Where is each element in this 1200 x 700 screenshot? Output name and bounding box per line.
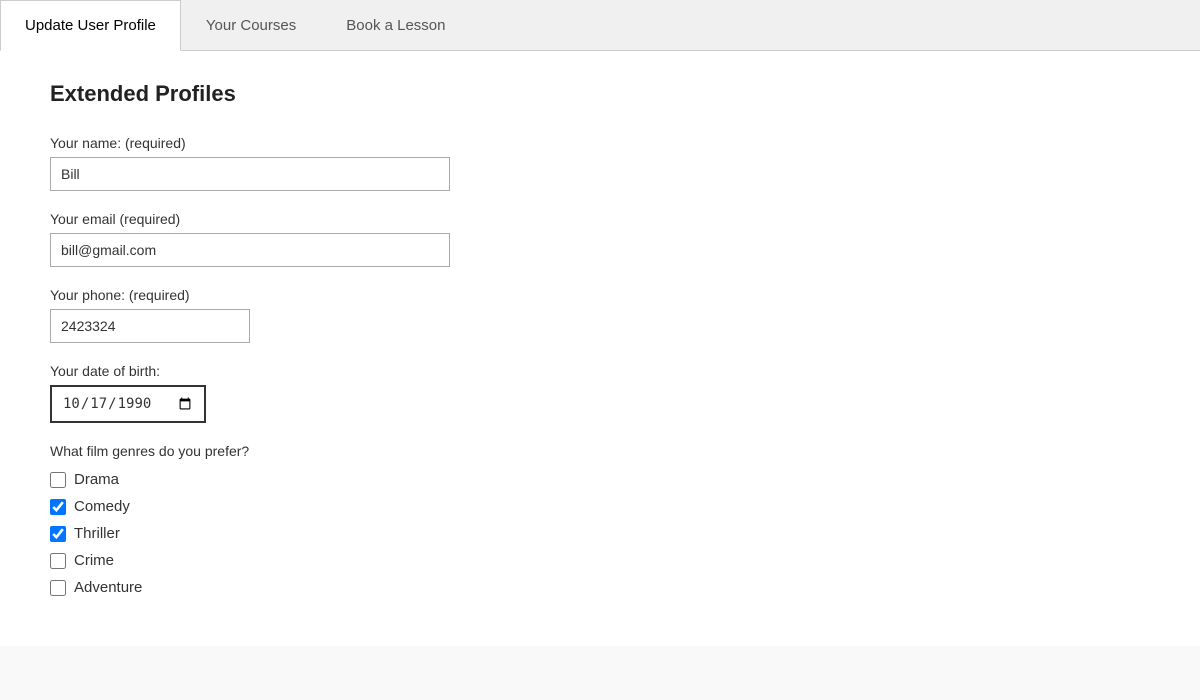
genre-crime-item: Crime [50, 552, 1150, 569]
genre-comedy-checkbox[interactable] [50, 499, 66, 515]
genre-crime-label[interactable]: Crime [74, 552, 114, 569]
phone-group: Your phone: (required) [50, 287, 1150, 343]
genre-thriller-checkbox[interactable] [50, 526, 66, 542]
email-label: Your email (required) [50, 211, 1150, 227]
name-input[interactable] [50, 157, 450, 191]
genre-comedy-item: Comedy [50, 498, 1150, 515]
email-group: Your email (required) [50, 211, 1150, 267]
genre-crime-checkbox[interactable] [50, 553, 66, 569]
genre-adventure-label[interactable]: Adventure [74, 579, 142, 596]
genre-comedy-label[interactable]: Comedy [74, 498, 130, 515]
genre-adventure-item: Adventure [50, 579, 1150, 596]
genre-drama-label[interactable]: Drama [74, 471, 119, 488]
email-input[interactable] [50, 233, 450, 267]
tab-your-courses[interactable]: Your Courses [181, 0, 321, 50]
name-group: Your name: (required) [50, 135, 1150, 191]
name-label: Your name: (required) [50, 135, 1150, 151]
page-title: Extended Profiles [50, 81, 1150, 107]
tab-book-a-lesson[interactable]: Book a Lesson [321, 0, 470, 50]
genre-drama-checkbox[interactable] [50, 472, 66, 488]
phone-label: Your phone: (required) [50, 287, 1150, 303]
genre-drama-item: Drama [50, 471, 1150, 488]
dob-group: Your date of birth: [50, 363, 1150, 423]
tab-bar: Update User Profile Your Courses Book a … [0, 0, 1200, 51]
genre-adventure-checkbox[interactable] [50, 580, 66, 596]
dob-input[interactable] [50, 385, 206, 423]
genres-label: What film genres do you prefer? [50, 443, 1150, 459]
phone-input[interactable] [50, 309, 250, 343]
genres-group: What film genres do you prefer? Drama Co… [50, 443, 1150, 596]
main-content: Extended Profiles Your name: (required) … [0, 51, 1200, 646]
genre-thriller-item: Thriller [50, 525, 1150, 542]
genre-thriller-label[interactable]: Thriller [74, 525, 120, 542]
tab-update-user-profile[interactable]: Update User Profile [0, 0, 181, 51]
dob-label: Your date of birth: [50, 363, 1150, 379]
